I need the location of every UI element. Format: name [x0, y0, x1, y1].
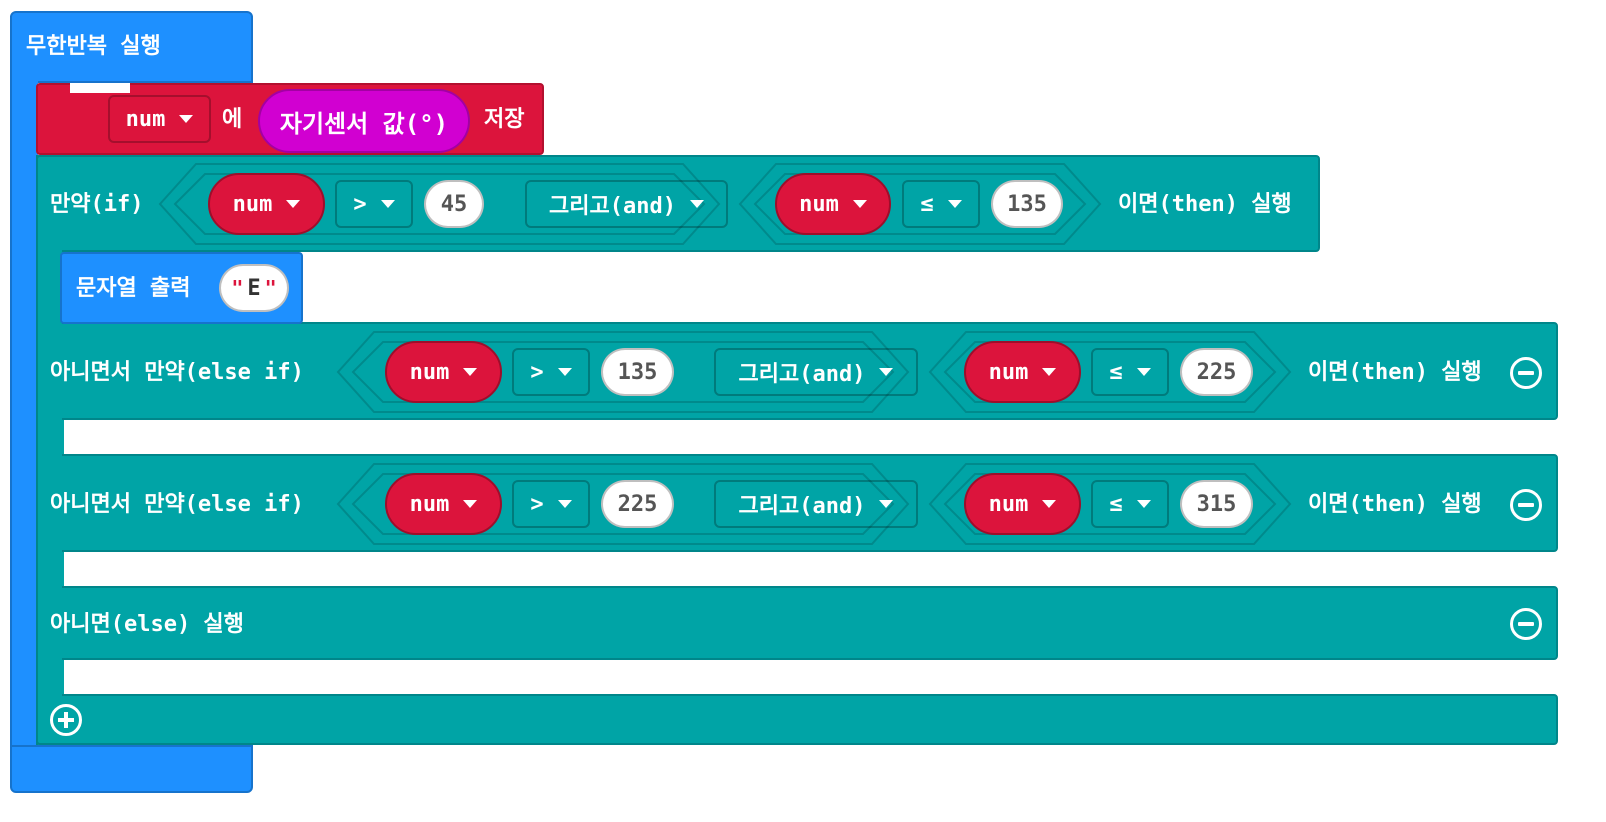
minus-circle-icon[interactable] — [1510, 608, 1542, 640]
comparison-operator-dropdown[interactable]: > — [335, 180, 413, 228]
variable-num-block[interactable]: num — [964, 341, 1081, 403]
empty-statement-slot[interactable] — [64, 420, 1558, 454]
caret-down-icon — [1136, 368, 1151, 376]
caret-down-icon — [557, 368, 572, 376]
empty-statement-slot[interactable] — [64, 552, 1558, 586]
set-action-label: 저장 — [484, 107, 525, 132]
comparison-operator-dropdown[interactable]: ≤ — [1091, 480, 1169, 528]
forever-label: 무한반복 실행 — [26, 34, 161, 59]
caret-down-icon — [689, 200, 704, 208]
comparison-operator-dropdown[interactable]: ≤ — [902, 180, 980, 228]
variable-num-block[interactable]: num — [964, 473, 1081, 535]
compass-heading-block[interactable]: 자기센서 값(°) — [258, 89, 470, 153]
forever-spine — [10, 80, 38, 760]
comparison-operator-dropdown[interactable]: > — [512, 348, 590, 396]
minus-circle-icon[interactable] — [1510, 489, 1542, 521]
caret-down-icon — [380, 200, 395, 208]
logic-operator-dropdown[interactable]: 그리고(and) — [714, 480, 918, 528]
caret-down-icon — [463, 368, 478, 376]
then-label: 이면(then) 실행 — [1308, 492, 1482, 517]
forever-footer — [10, 745, 253, 793]
block-notch — [70, 83, 130, 93]
set-variable-dropdown[interactable]: num — [108, 95, 211, 143]
minus-circle-icon[interactable] — [1510, 357, 1542, 389]
caret-down-icon — [286, 200, 301, 208]
variable-num-block[interactable]: num — [208, 173, 325, 235]
show-string-label: 문자열 출력 — [76, 276, 191, 301]
number-input[interactable]: 315 — [1180, 480, 1253, 528]
caret-down-icon — [879, 368, 894, 376]
string-input[interactable]: " E " — [219, 264, 289, 312]
set-connector-label: 에 — [222, 107, 243, 132]
number-input[interactable]: 45 — [424, 180, 484, 228]
number-input[interactable]: 135 — [991, 180, 1063, 228]
spine-fill — [38, 240, 62, 735]
caret-down-icon — [947, 200, 962, 208]
if-label: 만약(if) — [50, 192, 144, 217]
plus-circle-icon[interactable] — [50, 704, 82, 736]
then-label: 이면(then) 실행 — [1308, 360, 1482, 385]
comparison-operator-dropdown[interactable]: ≤ — [1091, 348, 1169, 396]
else-row[interactable] — [36, 586, 1558, 660]
then-label: 이면(then) 실행 — [1118, 192, 1292, 217]
logic-operator-dropdown[interactable]: 그리고(and) — [714, 348, 918, 396]
logic-operator-dropdown[interactable]: 그리고(and) — [525, 180, 728, 228]
else-if-label: 아니면서 만약(else if) — [50, 492, 304, 517]
caret-down-icon — [1042, 368, 1057, 376]
number-input[interactable]: 225 — [601, 480, 674, 528]
number-input[interactable]: 225 — [1180, 348, 1253, 396]
empty-statement-slot[interactable] — [64, 660, 1558, 694]
caret-down-icon — [1042, 500, 1057, 508]
else-if-label: 아니면서 만약(else if) — [50, 360, 304, 385]
caret-down-icon — [1136, 500, 1151, 508]
caret-down-icon — [179, 115, 194, 123]
if-block-footer — [36, 694, 1558, 745]
caret-down-icon — [557, 500, 572, 508]
else-label: 아니면(else) 실행 — [50, 612, 244, 637]
caret-down-icon — [879, 500, 894, 508]
caret-down-icon — [463, 500, 478, 508]
caret-down-icon — [852, 200, 867, 208]
comparison-operator-dropdown[interactable]: > — [512, 480, 590, 528]
variable-num-block[interactable]: num — [775, 173, 891, 235]
variable-num-block[interactable]: num — [385, 473, 502, 535]
variable-num-block[interactable]: num — [385, 341, 502, 403]
number-input[interactable]: 135 — [601, 348, 674, 396]
